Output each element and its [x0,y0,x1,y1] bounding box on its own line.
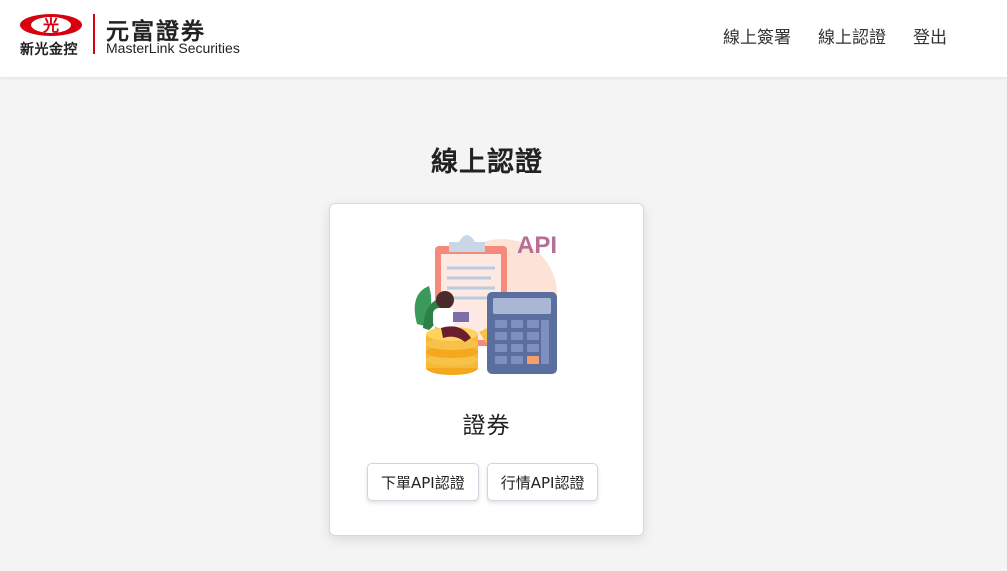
order-api-cert-button[interactable]: 下單API認證 [367,463,479,501]
quote-api-cert-button[interactable]: 行情API認證 [486,463,599,501]
shin-kong-logo-icon: 光 [20,14,82,36]
card-actions: 下單API認證 行情API認證 [367,463,599,501]
nav-logout[interactable]: 登出 [913,23,947,48]
brand-name-en: MasterLink Securities [106,40,240,56]
securities-card: API 證券 下單API認證 行情API認證 [329,203,644,536]
svg-text:光: 光 [42,16,59,35]
illustration-api-text: API [517,232,557,259]
brand-logo[interactable]: 光 新光金控 元富證券 MasterLink Securities [18,12,258,62]
api-calculator-coins-illustration-icon: API [414,232,557,375]
top-header: 光 新光金控 元富證券 MasterLink Securities 線上簽署 線… [0,0,1007,77]
logo-divider [93,14,95,54]
nav-online-signing[interactable]: 線上簽署 [723,23,791,48]
card-title: 證券 [462,413,511,439]
nav-online-certification[interactable]: 線上認證 [818,23,886,48]
top-nav: 線上簽署 線上認證 登出 [723,23,947,48]
parent-brand-name: 新光金控 [20,42,78,58]
page-title: 線上認證 [431,147,543,178]
